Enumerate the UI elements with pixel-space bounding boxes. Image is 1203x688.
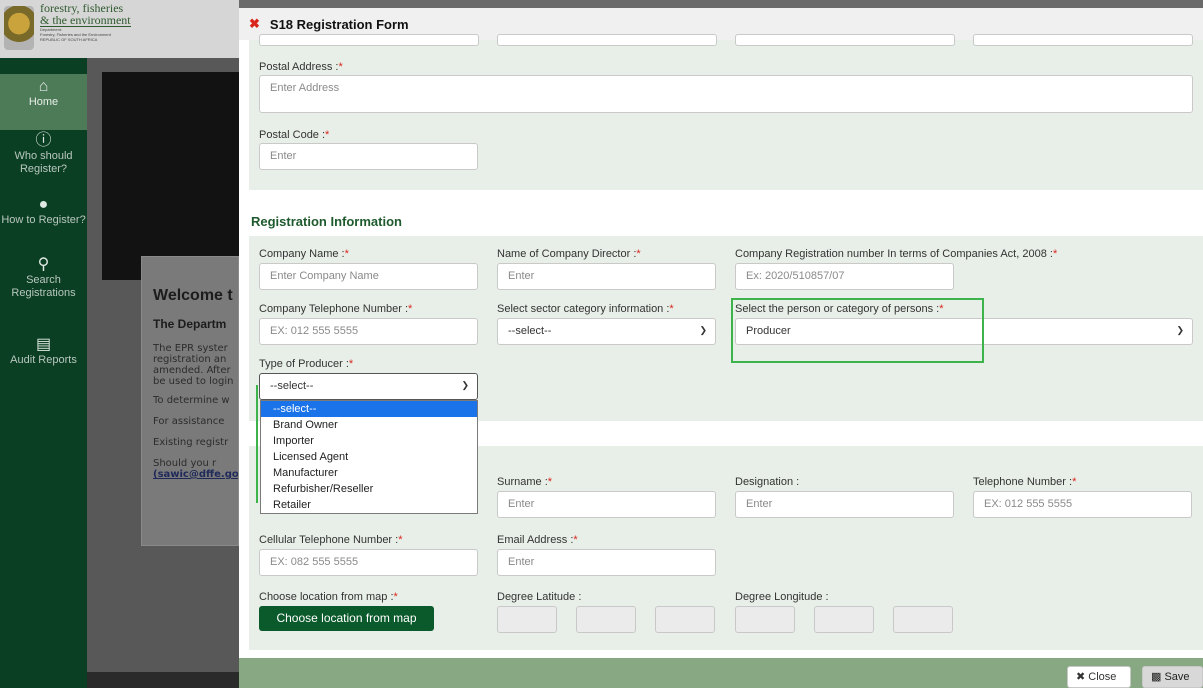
department-heading: The Departm <box>153 317 227 331</box>
nav-item-who-should-register[interactable]: ⓘ Who should Register? <box>0 132 87 176</box>
page-footer <box>87 672 239 688</box>
sector-label: Select sector category information :* <box>497 303 674 315</box>
reg-number-label: Company Registration number In terms of … <box>735 248 1058 260</box>
producer-type-dropdown[interactable]: --select-- Brand Owner Importer Licensed… <box>260 400 478 514</box>
highlight-box <box>731 298 984 363</box>
sector-select[interactable]: --select-- ❯ <box>497 318 716 345</box>
registration-section: Company Name :* Enter Company Name Name … <box>249 236 1203 421</box>
chevron-down-icon: ❯ <box>699 325 707 335</box>
telephone-input[interactable]: EX: 012 555 5555 <box>973 491 1192 518</box>
search-icon: ⚲ <box>37 256 50 273</box>
longitude-degrees-input[interactable] <box>735 606 795 633</box>
modal-title: S18 Registration Form <box>269 16 409 32</box>
dropdown-option[interactable]: Brand Owner <box>261 417 477 433</box>
reg-number-input[interactable]: Ex: 2020/510857/07 <box>735 263 954 290</box>
company-tel-label: Company Telephone Number :* <box>259 303 413 315</box>
latitude-minutes-input[interactable] <box>576 606 636 633</box>
report-icon: ▤ <box>35 336 52 353</box>
surname-label: Surname :* <box>497 476 553 488</box>
postal-address-label: Postal Address :* <box>259 61 343 73</box>
surname-input[interactable]: Enter <box>497 491 716 518</box>
cutoff-input[interactable] <box>497 34 717 46</box>
sidebar-nav: ⌂ Home ⓘ Who should Register? ● How to R… <box>0 58 87 688</box>
designation-label: Designation : <box>735 476 800 488</box>
telephone-label: Telephone Number :* <box>973 476 1077 488</box>
contact-email-link[interactable]: (sawic@dffe.go <box>153 469 238 480</box>
welcome-text-line: Existing registr <box>153 437 229 448</box>
chevron-down-icon: ❯ <box>1176 325 1184 335</box>
welcome-heading: Welcome t <box>153 287 233 304</box>
cutoff-input[interactable] <box>735 34 955 46</box>
save-icon: ▩ <box>1151 671 1162 683</box>
logo-line-2: & the environment <box>40 13 131 27</box>
coat-of-arms-icon <box>4 6 34 50</box>
nav-label-audit: Audit Reports <box>10 354 77 366</box>
dropdown-option[interactable]: --select-- <box>261 401 477 417</box>
cell-label: Cellular Telephone Number :* <box>259 534 403 546</box>
nav-item-how-to-register[interactable]: ● How to Register? <box>0 196 87 227</box>
dropdown-option[interactable]: Retailer <box>261 497 477 513</box>
company-tel-input[interactable]: EX: 012 555 5555 <box>259 318 478 345</box>
latitude-seconds-input[interactable] <box>655 606 715 633</box>
nav-item-home[interactable]: ⌂ Home <box>0 74 87 130</box>
longitude-minutes-input[interactable] <box>814 606 874 633</box>
nav-item-search-registrations[interactable]: ⚲ Search Registrations <box>0 256 87 300</box>
postal-address-input[interactable]: Enter Address <box>259 75 1193 113</box>
director-label: Name of Company Director :* <box>497 248 641 260</box>
email-label: Email Address :* <box>497 534 578 546</box>
welcome-text-line: To determine w <box>153 395 230 406</box>
designation-input[interactable]: Enter <box>735 491 954 518</box>
site-logo: forestry, fisheries & the environment De… <box>0 0 239 58</box>
question-icon: ⓘ <box>35 132 52 149</box>
producer-type-select[interactable]: --select-- ❯ <box>259 373 478 400</box>
highlight-bar <box>256 385 258 503</box>
home-icon: ⌂ <box>38 78 49 95</box>
longitude-label: Degree Longitude : <box>735 591 829 603</box>
cell-input[interactable]: EX: 082 555 5555 <box>259 549 478 576</box>
cutoff-input[interactable] <box>973 34 1193 46</box>
welcome-text-line: amended. After <box>153 365 231 376</box>
longitude-seconds-input[interactable] <box>893 606 953 633</box>
close-icon: ✖ <box>1076 671 1086 683</box>
welcome-text-line: For assistance <box>153 416 225 427</box>
dropdown-option[interactable]: Refurbisher/Reseller <box>261 481 477 497</box>
company-name-label: Company Name :* <box>259 248 349 260</box>
dropdown-option[interactable]: Importer <box>261 433 477 449</box>
registration-modal: ✖ S18 Registration Form Postal Address :… <box>239 8 1203 688</box>
chevron-down-icon: ❯ <box>461 380 469 390</box>
welcome-text-line: Should you r <box>153 458 217 469</box>
close-button[interactable]: ✖ Close <box>1067 666 1131 688</box>
map-label: Choose location from map :* <box>259 591 398 603</box>
address-section: Postal Address :* Enter Address Postal C… <box>249 34 1203 190</box>
postal-code-label: Postal Code :* <box>259 129 330 141</box>
welcome-text-line: be used to login <box>153 376 234 387</box>
postal-code-input[interactable]: Enter <box>259 143 478 170</box>
welcome-text-line: registration an <box>153 354 227 365</box>
info-icon: ● <box>38 196 49 213</box>
nav-label-who: Who should Register? <box>14 150 73 175</box>
choose-location-button[interactable]: Choose location from map <box>259 606 434 631</box>
latitude-degrees-input[interactable] <box>497 606 557 633</box>
nav-item-audit-reports[interactable]: ▤ Audit Reports <box>0 336 87 367</box>
logo-small-3: REPUBLIC OF SOUTH AFRICA <box>40 37 98 42</box>
company-name-input[interactable]: Enter Company Name <box>259 263 478 290</box>
close-icon[interactable]: ✖ <box>249 16 260 32</box>
cutoff-input[interactable] <box>259 34 479 46</box>
welcome-card: Welcome t The Departm The EPR syster reg… <box>141 256 239 546</box>
director-input[interactable]: Enter <box>497 263 716 290</box>
registration-section-title: Registration Information <box>251 214 402 229</box>
welcome-text-line: The EPR syster <box>153 343 228 354</box>
email-input[interactable]: Enter <box>497 549 716 576</box>
latitude-label: Degree Latitude : <box>497 591 582 603</box>
nav-label-search: Search Registrations <box>11 274 76 299</box>
banner-image <box>102 72 239 280</box>
dropdown-option[interactable]: Manufacturer <box>261 465 477 481</box>
nav-label-how: How to Register? <box>1 214 86 226</box>
modal-footer <box>239 658 1203 688</box>
save-button[interactable]: ▩ Save <box>1142 666 1203 688</box>
producer-type-label: Type of Producer :* <box>259 358 354 370</box>
nav-label-home: Home <box>28 96 59 108</box>
dropdown-option[interactable]: Licensed Agent <box>261 449 477 465</box>
